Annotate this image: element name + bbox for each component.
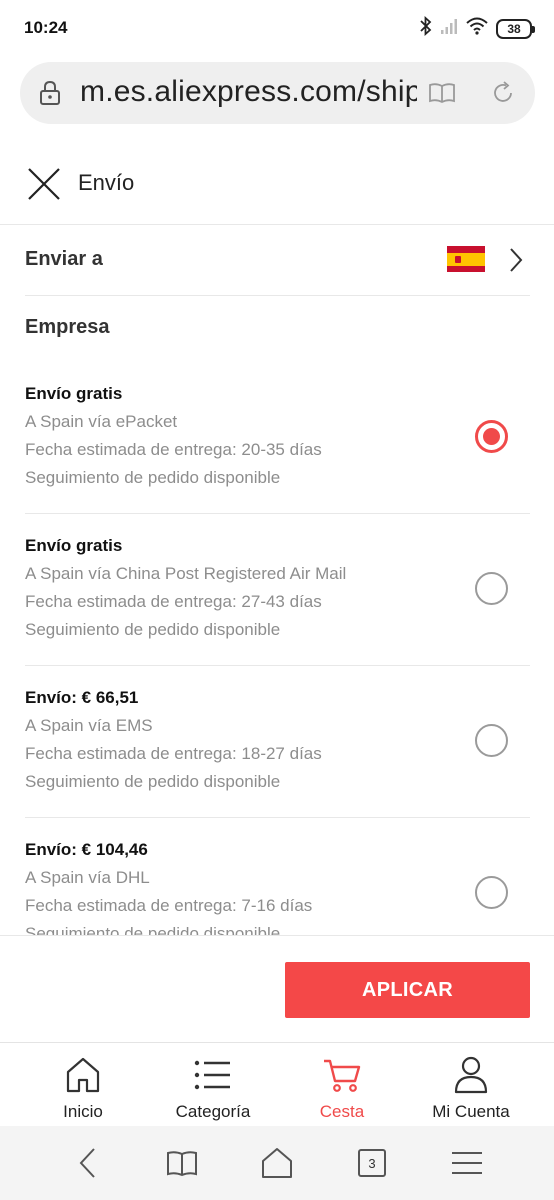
option-title: Envío gratis	[25, 384, 123, 403]
nav-label: Cesta	[319, 1102, 365, 1121]
option-delivery: Fecha estimada de entrega: 20-35 días	[25, 440, 322, 459]
shipping-option[interactable]: Envío gratis A Spain vía ePacket Fecha e…	[25, 362, 530, 514]
bluetooth-icon	[420, 15, 432, 41]
status-bar: 10:24 38	[0, 0, 554, 58]
user-icon	[411, 1055, 531, 1095]
shipping-option[interactable]: Envío gratis A Spain vía China Post Regi…	[25, 514, 530, 666]
tabs-icon[interactable]: 3	[354, 1146, 390, 1180]
bottom-nav: Inicio Categoría Cesta Mi Cuenta	[0, 1042, 554, 1126]
nav-item-home[interactable]: Inicio	[23, 1055, 143, 1122]
option-delivery: Fecha estimada de entrega: 18-27 días	[25, 744, 322, 763]
option-radio[interactable]	[475, 572, 508, 605]
spain-flag-icon	[447, 246, 485, 272]
menu-icon[interactable]	[449, 1146, 485, 1180]
nav-item-account[interactable]: Mi Cuenta	[411, 1055, 531, 1122]
option-tracking: Seguimiento de pedido disponible	[25, 924, 281, 935]
option-title: Envío: € 66,51	[25, 688, 139, 707]
tabs-count: 3	[358, 1149, 386, 1177]
nav-label: Inicio	[63, 1102, 103, 1121]
battery-icon: 38	[496, 18, 535, 39]
lock-icon	[38, 80, 62, 111]
page-title: Envío	[78, 170, 135, 195]
status-time: 10:24	[24, 18, 68, 37]
home-icon[interactable]	[259, 1146, 295, 1180]
option-tracking: Seguimiento de pedido disponible	[25, 772, 281, 791]
reload-icon[interactable]	[490, 80, 516, 111]
option-radio[interactable]	[475, 724, 508, 757]
close-icon[interactable]	[26, 166, 62, 202]
bookmarks-icon[interactable]	[164, 1146, 200, 1180]
option-delivery: Fecha estimada de entrega: 27-43 días	[25, 592, 322, 611]
ship-to-label: Enviar a	[25, 248, 103, 270]
option-carrier: A Spain vía DHL	[25, 868, 150, 887]
wifi-icon	[466, 17, 488, 40]
chevron-right-icon	[508, 247, 524, 278]
company-label: Empresa	[25, 316, 110, 338]
nav-label: Categoría	[175, 1102, 251, 1121]
url-bar[interactable]: m.es.aliexpress.com/shipping	[20, 62, 535, 124]
option-title: Envío gratis	[25, 536, 123, 555]
shipping-option[interactable]: Envío: € 66,51 A Spain vía EMS Fecha est…	[25, 666, 530, 818]
option-carrier: A Spain vía China Post Registered Air Ma…	[25, 564, 347, 583]
apply-button[interactable]: APLICAR	[285, 962, 530, 1018]
option-tracking: Seguimiento de pedido disponible	[25, 620, 281, 639]
ship-to-row[interactable]: Enviar a	[25, 226, 530, 296]
status-icons: 38	[420, 15, 535, 41]
system-nav: 3	[0, 1126, 554, 1200]
list-icon	[153, 1055, 273, 1095]
option-title: Envío: € 104,46	[25, 840, 148, 859]
option-radio[interactable]	[475, 420, 508, 453]
divider	[0, 935, 554, 936]
option-carrier: A Spain vía ePacket	[25, 412, 178, 431]
nav-item-category[interactable]: Categoría	[153, 1055, 273, 1122]
cart-icon	[282, 1055, 402, 1095]
shipping-option[interactable]: Envío: € 104,46 A Spain vía DHL Fecha es…	[25, 818, 530, 935]
nav-item-cart[interactable]: Cesta	[282, 1055, 402, 1122]
option-carrier: A Spain vía EMS	[25, 716, 153, 735]
option-radio[interactable]	[475, 876, 508, 909]
nav-label: Mi Cuenta	[432, 1102, 510, 1121]
shipping-options-list[interactable]: Envío gratis A Spain vía ePacket Fecha e…	[0, 362, 554, 935]
back-icon[interactable]	[70, 1146, 106, 1180]
url-text[interactable]: m.es.aliexpress.com/shipping	[80, 75, 417, 109]
home-icon	[23, 1055, 143, 1095]
signal-icon	[440, 17, 458, 40]
option-tracking: Seguimiento de pedido disponible	[25, 468, 281, 487]
reader-icon[interactable]	[428, 80, 456, 111]
page-header: Envío	[0, 145, 554, 225]
option-delivery: Fecha estimada de entrega: 7-16 días	[25, 896, 313, 915]
